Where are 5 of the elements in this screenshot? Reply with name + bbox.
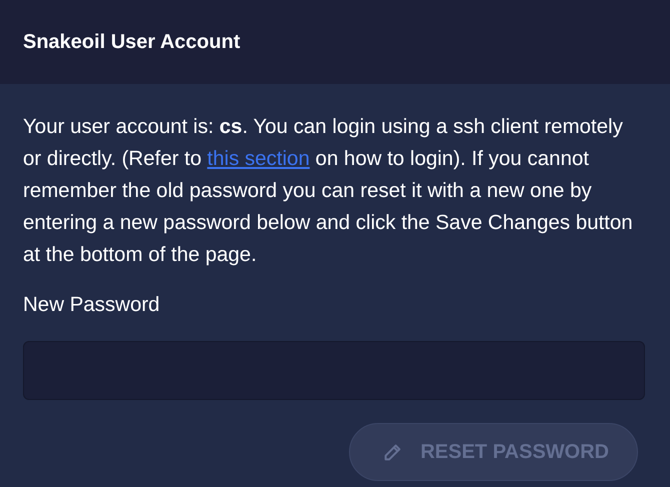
account-description: Your user account is: cs. You can login using a ssh client remotely or directly. (Refer to this section on how to login). If you cannot remember the old password you can reset it with a new one by entering a new password below and click the Save Changes button at the bottom of the page. xyxy=(23,114,634,268)
field-label: New Password xyxy=(23,292,161,318)
section-link[interactable]: this section xyxy=(207,147,310,170)
page-title: Snakeoil User Account xyxy=(23,30,240,54)
password-field[interactable] xyxy=(23,341,645,400)
